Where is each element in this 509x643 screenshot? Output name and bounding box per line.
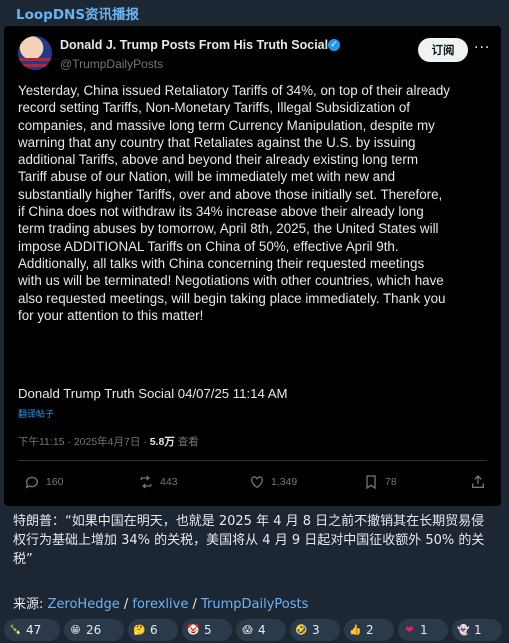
share-icon [472, 475, 484, 488]
sources-label: 来源: [13, 597, 48, 612]
retweet-count: 443 [160, 476, 178, 488]
bottle-icon: 🍾 [9, 624, 22, 636]
retweet-icon [140, 475, 152, 489]
tweet-signature: Donald Trump Truth Social 04/07/25 11:14… [18, 386, 288, 401]
reactions-bar: 🍾 47 😁 26 🤔 6 🤡 5 😱 4 🤣 3 👍 2 ❤ 1 👻 1 [4, 619, 509, 641]
more-options-icon[interactable]: ··· [474, 40, 490, 56]
reaction-thinking[interactable]: 🤔 6 [128, 619, 178, 641]
subscribe-button[interactable]: 订阅 [418, 38, 468, 62]
thinking-icon: 🤔 [133, 624, 146, 636]
heart-outline-icon [251, 476, 263, 489]
reaction-ghost[interactable]: 👻 1 [452, 619, 502, 641]
reaction-count: 47 [26, 623, 42, 637]
reaction-scream[interactable]: 😱 4 [236, 619, 286, 641]
tweet-card[interactable]: Donald J. Trump Posts From His Truth Soc… [4, 26, 501, 506]
thumbs-up-icon: 👍 [349, 624, 362, 636]
reaction-count: 1 [474, 623, 482, 637]
grin-icon: 😁 [70, 624, 81, 636]
reaction-count: 1 [420, 623, 428, 637]
translate-post-link[interactable]: 翻译帖子 [18, 407, 54, 420]
source-link-zerohedge[interactable]: ZeroHedge [48, 597, 120, 612]
tweet-meta: 下午11:15 · 2025年4月7日 · 5.8万 查看 [18, 434, 199, 449]
author-name[interactable]: Donald J. Trump Posts From His Truth Soc… [60, 38, 328, 52]
bookmark-button[interactable]: 78 [363, 474, 397, 490]
reply-count: 160 [46, 476, 64, 488]
author-handle[interactable]: @TrumpDailyPosts [60, 57, 163, 71]
reaction-bottle[interactable]: 🍾 47 [4, 619, 60, 641]
retweet-button[interactable]: 443 [138, 474, 178, 490]
reaction-clown[interactable]: 🤡 5 [182, 619, 232, 641]
divider [18, 460, 487, 461]
views-label: 查看 [174, 436, 199, 448]
like-button[interactable]: 1,349 [249, 474, 297, 490]
reaction-heart[interactable]: ❤ 1 [398, 619, 448, 641]
tweet-body: Yesterday, China issued Retaliatory Tari… [18, 83, 450, 323]
reaction-count: 3 [312, 623, 320, 637]
heart-icon: ❤ [405, 624, 414, 636]
ghost-icon: 👻 [457, 624, 470, 636]
bookmark-count: 78 [385, 476, 397, 488]
clown-icon: 🤡 [187, 624, 200, 636]
source-link-forexlive[interactable]: forexlive [132, 597, 188, 612]
sources-line: 来源: ZeroHedge / forexlive / TrumpDailyPo… [13, 597, 309, 612]
rofl-icon: 🤣 [295, 624, 308, 636]
reaction-count: 2 [366, 623, 374, 637]
share-button[interactable] [470, 474, 492, 490]
verified-badge-icon: ✓ [328, 39, 340, 51]
tweet-actions: 160 443 1,349 78 [18, 474, 488, 494]
like-count: 1,349 [271, 476, 298, 488]
source-link-trumpdailyposts[interactable]: TrumpDailyPosts [201, 597, 308, 612]
tweet-time[interactable]: 下午11:15 · 2025年4月7日 · [18, 436, 150, 448]
reaction-rofl[interactable]: 🤣 3 [290, 619, 340, 641]
reaction-count: 6 [150, 623, 158, 637]
reaction-grin[interactable]: 😁 26 [64, 619, 124, 641]
reaction-count: 4 [258, 623, 266, 637]
reply-button[interactable]: 160 [24, 474, 64, 490]
bookmark-icon [366, 475, 376, 490]
reaction-count: 5 [204, 623, 212, 637]
message-caption: 特朗普：“如果中国在明天，也就是 2025 年 4 月 8 日之前不撤销其在长期… [13, 514, 485, 567]
scream-icon: 😱 [242, 624, 253, 636]
reply-icon [25, 476, 38, 489]
reaction-count: 26 [86, 623, 102, 637]
avatar[interactable] [18, 36, 52, 70]
views-count: 5.8万 [149, 436, 175, 448]
channel-title: LoopDNS资讯播报 [16, 7, 140, 23]
reaction-thumbs-up[interactable]: 👍 2 [344, 619, 394, 641]
